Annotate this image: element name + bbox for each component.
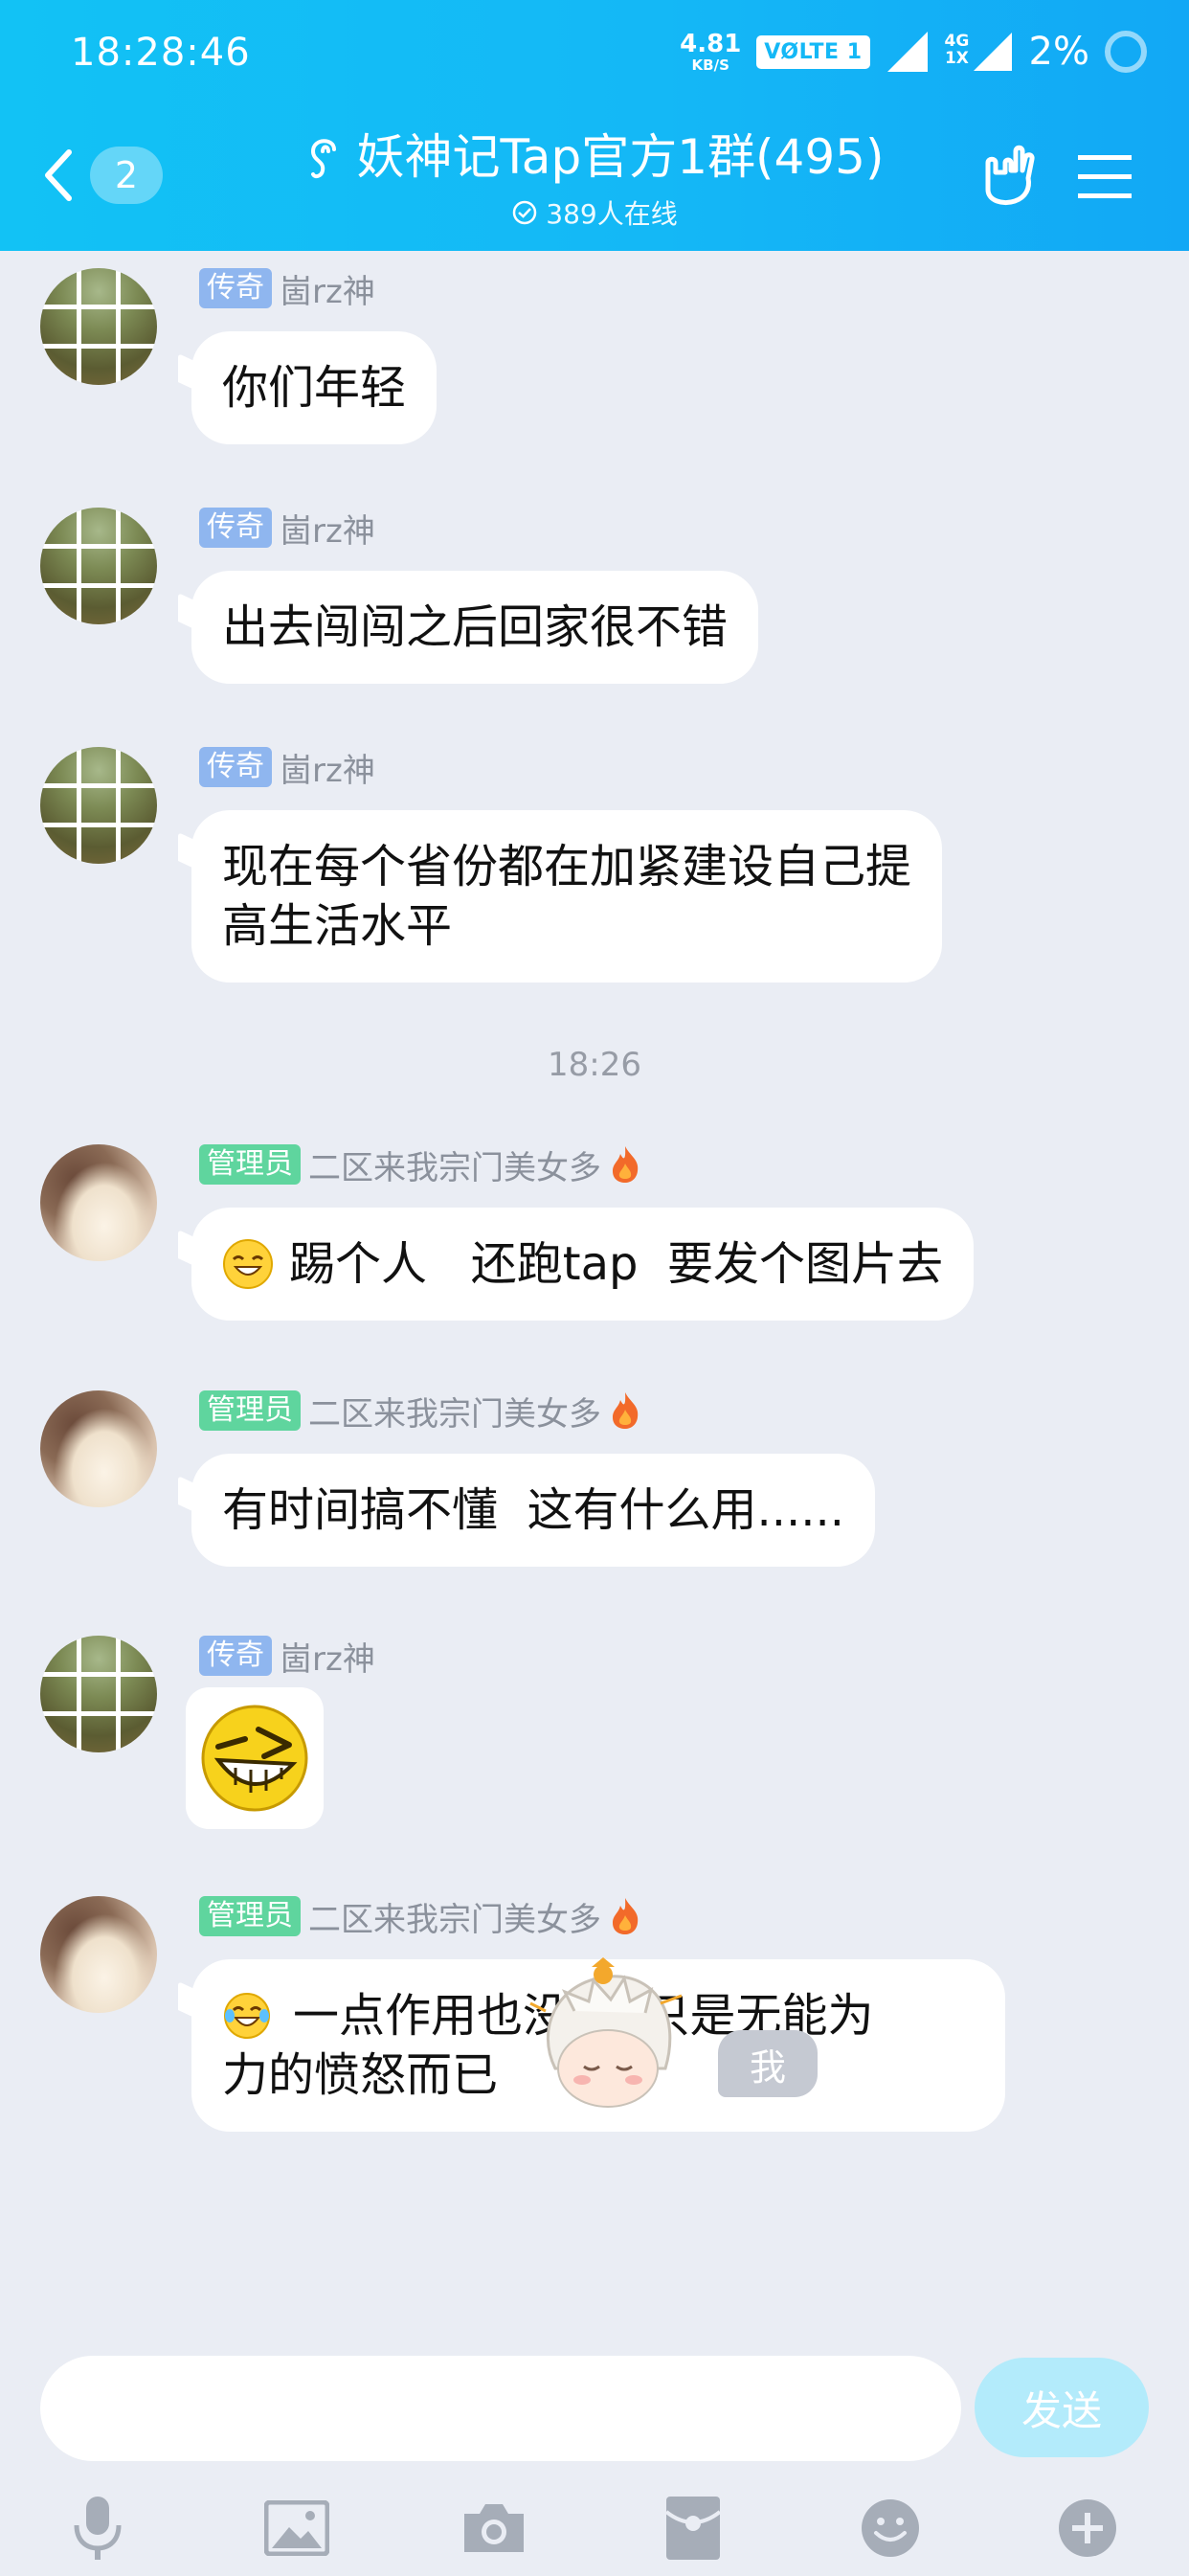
message-line: 高生活水平 xyxy=(222,899,453,953)
signal-4g-label: 4G xyxy=(944,32,970,51)
mic-icon xyxy=(74,2497,122,2560)
sender-name[interactable]: 二区来我宗门美女多 xyxy=(308,1388,601,1435)
sender-name[interactable]: 二区来我宗门美女多 xyxy=(308,1893,601,1940)
camera-button[interactable] xyxy=(456,2490,532,2566)
admin-badge: 管理员 xyxy=(199,1896,301,1936)
avatar[interactable] xyxy=(40,1390,157,1507)
input-toolbar xyxy=(0,2480,1189,2576)
menu-icon[interactable] xyxy=(1076,153,1133,201)
message-bubble[interactable]: 踢个人 还跑tap 要发个图片去 xyxy=(191,1208,974,1321)
rank-badge: 传奇 xyxy=(199,747,272,787)
send-button[interactable]: 发送 xyxy=(975,2358,1149,2457)
own-sticker[interactable] xyxy=(517,1954,699,2126)
online-status: 389人在线 xyxy=(230,193,959,232)
signal-1x-label: 1X xyxy=(944,49,969,68)
signal-icon xyxy=(886,32,928,72)
group-title: 妖神记Tap官方1群(495) xyxy=(356,129,885,185)
title-block[interactable]: 妖神记Tap官方1群(495) 389人在线 xyxy=(230,126,959,232)
message-bubble[interactable]: 有时间搞不懂 这有什么用...... xyxy=(191,1454,876,1567)
message-line: 现在每个省份都在加紧建设自己提 xyxy=(222,840,912,893)
camera-icon xyxy=(464,2504,524,2552)
self-name-tag: 我 xyxy=(718,2030,818,2097)
sender-name[interactable]: 崮rz神 xyxy=(280,744,375,791)
laughing-face-icon xyxy=(201,1705,308,1812)
avatar[interactable] xyxy=(40,747,157,864)
image-icon xyxy=(264,2500,329,2556)
sticker-message[interactable] xyxy=(186,1687,324,1829)
online-check-icon xyxy=(513,200,537,225)
message-text: 踢个人 还跑tap 要发个图片去 xyxy=(289,1237,943,1291)
battery-icon xyxy=(1105,31,1147,73)
ear-icon xyxy=(310,139,336,179)
plus-icon xyxy=(1059,2499,1116,2557)
message-bubble[interactable]: 现在每个省份都在加紧建设自己提 高生活水平 xyxy=(191,810,943,983)
message-bubble[interactable]: 出去闯闯之后回家很不错 xyxy=(191,571,759,684)
tears-of-joy-emoji-icon xyxy=(224,1993,270,2039)
status-icons: 4.81 KB/S VØLTE 1 4G 1X 2% xyxy=(680,25,1147,79)
fire-icon xyxy=(613,1898,639,1934)
net-speed-value: 4.81 xyxy=(680,29,742,58)
gesture-hand-icon[interactable] xyxy=(975,142,1042,209)
sender-name[interactable]: 二区来我宗门美女多 xyxy=(308,1141,601,1188)
chevron-left-icon xyxy=(45,149,72,201)
avatar[interactable] xyxy=(40,1896,157,2013)
net-speed: 4.81 KB/S xyxy=(680,32,741,73)
emoji-button[interactable] xyxy=(852,2490,929,2566)
smile-emoji-icon xyxy=(223,1239,273,1289)
sender-name[interactable]: 崮rz神 xyxy=(280,505,375,552)
fire-icon xyxy=(613,1146,639,1183)
unread-count-badge: 2 xyxy=(90,147,163,204)
message-input[interactable] xyxy=(40,2356,961,2461)
signal-4g-icon: 4G 1X xyxy=(945,29,1014,75)
rank-badge: 传奇 xyxy=(199,1636,272,1676)
admin-badge: 管理员 xyxy=(199,1144,301,1185)
battery-percent: 2% xyxy=(1028,30,1089,74)
input-bar: 发送 xyxy=(0,2337,1189,2576)
mic-button[interactable] xyxy=(59,2490,136,2566)
emoji-icon xyxy=(862,2499,919,2557)
image-button[interactable] xyxy=(258,2490,335,2566)
red-packet-button[interactable] xyxy=(655,2490,731,2566)
admin-badge: 管理员 xyxy=(199,1390,301,1431)
time-separator: 18:26 xyxy=(548,1046,641,1084)
status-time: 18:28:46 xyxy=(71,31,251,75)
sender-name[interactable]: 崮rz神 xyxy=(280,1633,375,1680)
volte-badge: VØLTE 1 xyxy=(756,34,870,69)
avatar[interactable] xyxy=(40,508,157,624)
net-speed-unit: KB/S xyxy=(691,56,729,74)
message-bubble[interactable]: 你们年轻 xyxy=(191,331,437,444)
avatar[interactable] xyxy=(40,268,157,385)
red-packet-icon xyxy=(664,2497,722,2560)
fire-icon xyxy=(613,1392,639,1429)
chat-header: 18:28:46 4.81 KB/S VØLTE 1 4G 1X 2% 2 妖神记… xyxy=(0,0,1189,251)
rank-badge: 传奇 xyxy=(199,268,272,308)
rank-badge: 传奇 xyxy=(199,508,272,548)
back-button[interactable]: 2 xyxy=(42,142,167,209)
sender-name[interactable]: 崮rz神 xyxy=(280,265,375,312)
plus-button[interactable] xyxy=(1049,2490,1126,2566)
avatar[interactable] xyxy=(40,1144,157,1261)
online-count: 389人在线 xyxy=(546,198,678,230)
avatar[interactable] xyxy=(40,1636,157,1752)
